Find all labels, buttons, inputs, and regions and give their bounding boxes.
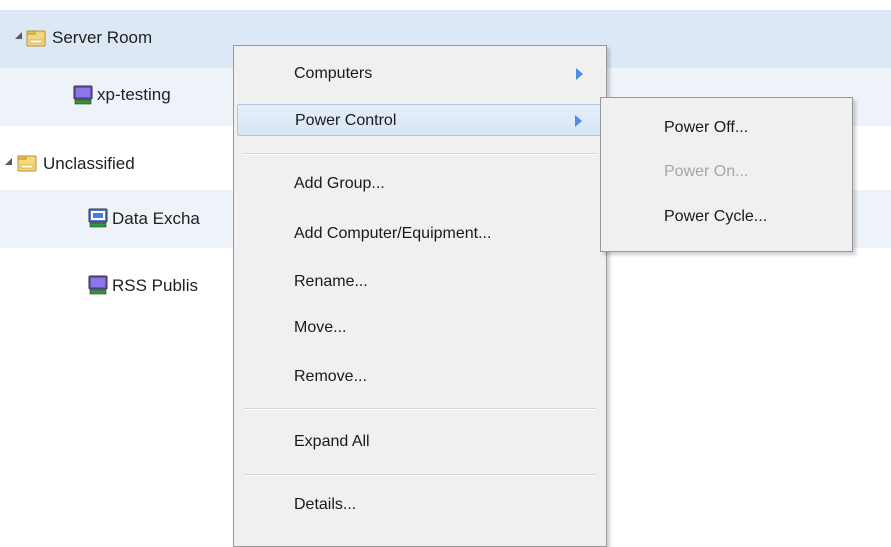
menu-item-label: Power Control (295, 112, 397, 129)
menu-item-power-on: Power On... (604, 156, 849, 188)
folder-icon (26, 28, 46, 53)
computer-icon (72, 84, 94, 111)
menu-item-label: Add Computer/Equipment... (294, 225, 492, 242)
submenu-arrow-icon (575, 115, 582, 127)
expand-triangle-icon[interactable] (15, 32, 22, 39)
menu-item-label: Power On... (664, 163, 749, 180)
tree-node-label: Server Room (52, 28, 153, 47)
submenu-arrow-icon (576, 68, 583, 80)
menu-item-remove[interactable]: Remove... (237, 361, 603, 393)
expand-triangle-icon[interactable] (5, 158, 12, 165)
power-control-submenu: Power Off... Power On... Power Cycle... (600, 97, 853, 252)
tree-node-label: xp-testing (97, 85, 171, 104)
menu-item-add-group[interactable]: Add Group... (237, 168, 603, 200)
menu-item-add-computer[interactable]: Add Computer/Equipment... (237, 218, 603, 250)
tree-node-label: Unclassified (43, 154, 135, 173)
menu-item-label: Power Cycle... (664, 208, 768, 225)
menu-separator (244, 474, 596, 476)
menu-item-label: Expand All (294, 433, 370, 450)
menu-item-label: Rename... (294, 273, 368, 290)
menu-item-label: Details... (294, 496, 357, 513)
computer-icon (87, 207, 109, 234)
menu-separator (244, 153, 596, 155)
menu-item-details[interactable]: Details... (237, 489, 603, 521)
menu-item-computers[interactable]: Computers (237, 58, 603, 90)
menu-item-label: Add Group... (294, 175, 385, 192)
menu-item-power-control[interactable]: Power Control (237, 104, 603, 136)
tree-node-label: Data Excha (112, 209, 200, 228)
tree-node-label: RSS Publis (112, 276, 198, 295)
menu-item-label: Power Off... (664, 119, 749, 136)
folder-icon (17, 153, 37, 178)
menu-item-label: Move... (294, 319, 347, 336)
computer-icon (87, 274, 109, 301)
menu-separator (244, 408, 596, 410)
menu-item-move[interactable]: Move... (237, 312, 603, 344)
menu-item-rename[interactable]: Rename... (237, 266, 603, 298)
menu-item-power-cycle[interactable]: Power Cycle... (604, 201, 849, 233)
menu-item-expand-all[interactable]: Expand All (237, 426, 603, 458)
menu-item-power-off[interactable]: Power Off... (604, 112, 849, 144)
menu-item-label: Computers (294, 65, 373, 82)
context-menu: Computers Power Control Add Group... Add… (233, 45, 607, 547)
menu-item-label: Remove... (294, 368, 367, 385)
